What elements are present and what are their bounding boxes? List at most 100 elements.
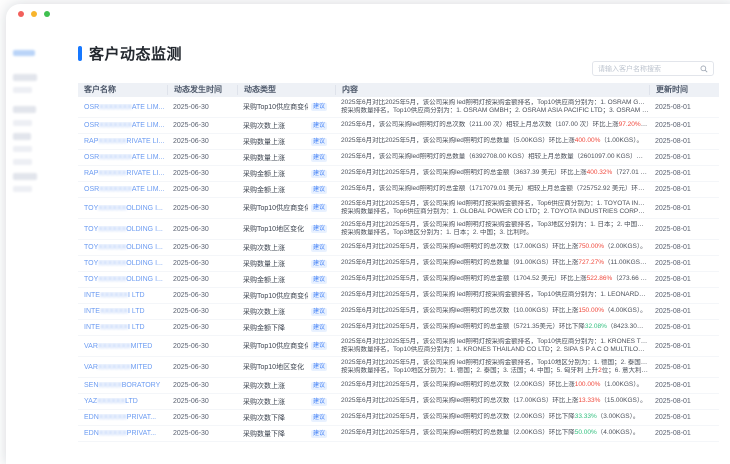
dynamic-type-cell: 采购Top10供应商变化建议 xyxy=(237,203,335,213)
redacted-name-segment: XXXXXX xyxy=(97,398,125,405)
table-body: OSRXXXXXXXATE LIM...2025-06-30采购Top10供应商… xyxy=(78,97,719,442)
suggestion-tag[interactable]: 建议 xyxy=(311,342,327,350)
suggestion-tag[interactable]: 建议 xyxy=(311,430,327,438)
redacted-name-segment: XXXXXX xyxy=(99,414,127,421)
suggestion-tag[interactable]: 建议 xyxy=(311,225,327,233)
dynamic-type-label: 采购次数上涨 xyxy=(243,307,285,317)
dynamic-content: 2025年6月对比2025年5月，该公司采购 led照明灯按采购金额排名，Top… xyxy=(335,291,649,300)
customer-name-link[interactable]: EDNXXXXXXPRIVAT... xyxy=(78,430,167,437)
sidebar-skeleton-item[interactable] xyxy=(13,146,32,152)
suggestion-tag[interactable]: 建议 xyxy=(311,363,327,371)
redacted-name-segment: XXXXXX xyxy=(98,226,126,233)
redacted-name-segment: XXXXXXX xyxy=(99,186,132,193)
sidebar-skeleton-item[interactable] xyxy=(13,133,31,140)
suggestion-tag[interactable]: 建议 xyxy=(311,398,327,406)
customer-name-link[interactable]: OSRXXXXXXXATE LIM... xyxy=(78,154,167,161)
suggestion-tag[interactable]: 建议 xyxy=(311,170,327,178)
customer-name-link[interactable]: VARXXXXXXXMITED xyxy=(78,364,167,371)
customer-name-link[interactable]: TOYXXXXXXOLDING I... xyxy=(78,226,167,233)
content-line: 2025年6月对比2025年5月，该公司采购led照明灯的总次数（17.00KG… xyxy=(341,397,649,406)
suggestion-tag[interactable]: 建议 xyxy=(311,186,327,194)
redacted-name-segment: XXXXXX xyxy=(98,138,126,145)
content-line: 2025年6月对比2025年5月，该公司采购led照明灯的总次数（2.00KGS… xyxy=(341,381,649,390)
table-row: EDNXXXXXXPRIVAT...2025-06-30采购数量下降建议2025… xyxy=(78,426,719,442)
dynamic-type-label: 采购次数上涨 xyxy=(243,381,285,391)
content-line: 2025年6月，该公司采购led照明灯的总数量（6392708.00 KGS）相… xyxy=(341,153,649,162)
customer-name-link[interactable]: TOYXXXXXXOLDING I... xyxy=(78,244,167,251)
customer-name-link[interactable]: TOYXXXXXXOLDING I... xyxy=(78,205,167,212)
customer-name-link[interactable]: INTEXXXXXXI LTD xyxy=(78,308,167,315)
update-time: 2025-08-01 xyxy=(649,205,719,212)
customer-name-link[interactable]: OSRXXXXXXXATE LIM... xyxy=(78,186,167,193)
suggestion-tag[interactable]: 建议 xyxy=(311,414,327,422)
customer-name-link[interactable]: RAPXXXXXXRIVATE LI... xyxy=(78,170,167,177)
dynamic-time: 2025-06-30 xyxy=(167,382,237,389)
customer-name-link[interactable]: OSRXXXXXXXATE LIM... xyxy=(78,104,167,111)
maximize-window-icon[interactable] xyxy=(44,11,50,17)
suggestion-tag[interactable]: 建议 xyxy=(311,103,327,111)
suggestion-tag[interactable]: 建议 xyxy=(311,154,327,162)
table-row: INTEXXXXXXI LTD2025-06-30采购Top10供应商变化建议2… xyxy=(78,288,719,304)
sidebar-skeleton-item[interactable] xyxy=(13,74,37,81)
customer-name-link[interactable]: TOYXXXXXXOLDING I... xyxy=(78,276,167,283)
close-window-icon[interactable] xyxy=(18,11,24,17)
minimize-window-icon[interactable] xyxy=(31,11,37,17)
update-time: 2025-08-01 xyxy=(649,122,719,129)
redacted-name-segment: XXXXXX xyxy=(100,308,128,315)
sidebar-skeleton-item[interactable] xyxy=(13,87,32,93)
suggestion-tag[interactable]: 建议 xyxy=(311,260,327,268)
search-placeholder: 请输入客户名称搜索 xyxy=(598,64,700,74)
dynamic-content: 2025年6月对比2025年5月，该公司采购 led照明灯按采购金额排名，Top… xyxy=(335,338,649,355)
suggestion-tag[interactable]: 建议 xyxy=(311,276,327,284)
customer-name-link[interactable]: VARXXXXXXXMITED xyxy=(78,343,167,350)
table-row: TOYXXXXXXOLDING I...2025-06-30采购Top10供应商… xyxy=(78,198,719,219)
suggestion-tag[interactable]: 建议 xyxy=(311,308,327,316)
dynamic-time: 2025-06-30 xyxy=(167,244,237,251)
dynamic-content: 2025年6月对比2025年5月，该公司采购led照明灯的总数量（5.00KGS… xyxy=(335,137,649,146)
sidebar-skeleton-item[interactable] xyxy=(13,186,32,192)
suggestion-tag[interactable]: 建议 xyxy=(311,204,327,212)
content-line: 2025年6月对比2025年5月，该公司采购 led照明灯按采购金额排名，Top… xyxy=(341,338,649,347)
customer-name-link[interactable]: SENXXXXXBORATORY xyxy=(78,382,167,389)
table-row: OSRXXXXXXXATE LIM...2025-06-30采购数量上涨建议20… xyxy=(78,150,719,166)
update-time: 2025-08-01 xyxy=(649,398,719,405)
sidebar-skeleton-item[interactable] xyxy=(13,173,37,180)
dynamic-type-label: 采购Top10供应商变化 xyxy=(243,291,308,301)
customer-name-link[interactable]: YAZXXXXXXLTD xyxy=(78,398,167,405)
update-time: 2025-08-01 xyxy=(649,292,719,299)
update-time: 2025-08-01 xyxy=(649,104,719,111)
dynamic-type-label: 采购数量上涨 xyxy=(243,137,285,147)
suggestion-tag[interactable]: 建议 xyxy=(311,324,327,332)
customer-name-link[interactable]: RAPXXXXXXRIVATE LI... xyxy=(78,138,167,145)
update-time: 2025-08-01 xyxy=(649,260,719,267)
customer-name-link[interactable]: TOYXXXXXXOLDING I... xyxy=(78,260,167,267)
sidebar-skeleton-item[interactable] xyxy=(13,106,36,113)
suggestion-tag[interactable]: 建议 xyxy=(311,244,327,252)
content-line: 2025年6月对比2025年5月，该公司采购led照明灯的总金额（3637.39… xyxy=(341,169,649,178)
customer-name-link[interactable]: INTEXXXXXXI LTD xyxy=(78,292,167,299)
dynamic-content: 2025年6月，该公司采购led照明灯的总次数（211.00 次）相较上月总次数… xyxy=(335,121,649,130)
customer-name-link[interactable]: EDNXXXXXXPRIVAT... xyxy=(78,414,167,421)
sidebar-skeleton-item[interactable] xyxy=(13,159,32,165)
dynamic-content: 2025年6月对比2025年5月，该公司采购led照明灯的总次数（17.00KG… xyxy=(335,243,649,252)
search-input[interactable]: 请输入客户名称搜索 xyxy=(592,61,714,76)
redacted-name-segment: XXXXXXX xyxy=(98,343,131,350)
suggestion-tag[interactable]: 建议 xyxy=(311,122,327,130)
customer-name-link[interactable]: OSRXXXXXXXATE LIM... xyxy=(78,122,167,129)
dynamic-time: 2025-06-30 xyxy=(167,324,237,331)
dynamic-time: 2025-06-30 xyxy=(167,186,237,193)
dynamic-type-label: 采购Top10地区变化 xyxy=(243,362,304,372)
dynamic-time: 2025-06-30 xyxy=(167,308,237,315)
content-line: 2025年6月对比2025年5月，该公司采购led照明灯的总次数（10.00KG… xyxy=(341,307,649,316)
content-line: 2025年6月对比2025年5月，该公司采购led照明灯的总次数（2.00KGS… xyxy=(341,413,649,422)
customer-name-link[interactable]: INTEXXXXXXI LTD xyxy=(78,324,167,331)
table-row: EDNXXXXXXPRIVAT...2025-06-30采购次数下降建议2025… xyxy=(78,410,719,426)
update-time: 2025-08-01 xyxy=(649,226,719,233)
sidebar-skeleton-item[interactable] xyxy=(13,120,32,126)
suggestion-tag[interactable]: 建议 xyxy=(311,138,327,146)
dynamic-time: 2025-06-30 xyxy=(167,122,237,129)
content-line: 2025年6月，该公司采购led照明灯的总次数（211.00 次）相较上月总次数… xyxy=(341,121,649,130)
redacted-name-segment: XXXXXX xyxy=(100,292,128,299)
suggestion-tag[interactable]: 建议 xyxy=(311,292,327,300)
suggestion-tag[interactable]: 建议 xyxy=(311,382,327,390)
